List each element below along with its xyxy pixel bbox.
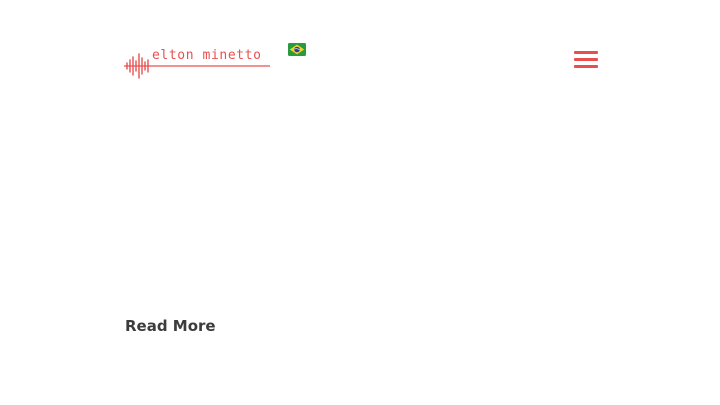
site-header: elton minetto	[0, 0, 720, 100]
brazil-flag-icon[interactable]	[288, 43, 306, 56]
menu-bar	[574, 65, 598, 68]
site-logo[interactable]: elton minetto	[124, 46, 270, 82]
menu-bar	[574, 58, 598, 61]
menu-bar	[574, 51, 598, 54]
read-more-link[interactable]: Read More	[125, 316, 216, 336]
hamburger-menu-button[interactable]	[572, 48, 600, 70]
brand-name: elton minetto	[152, 48, 262, 63]
